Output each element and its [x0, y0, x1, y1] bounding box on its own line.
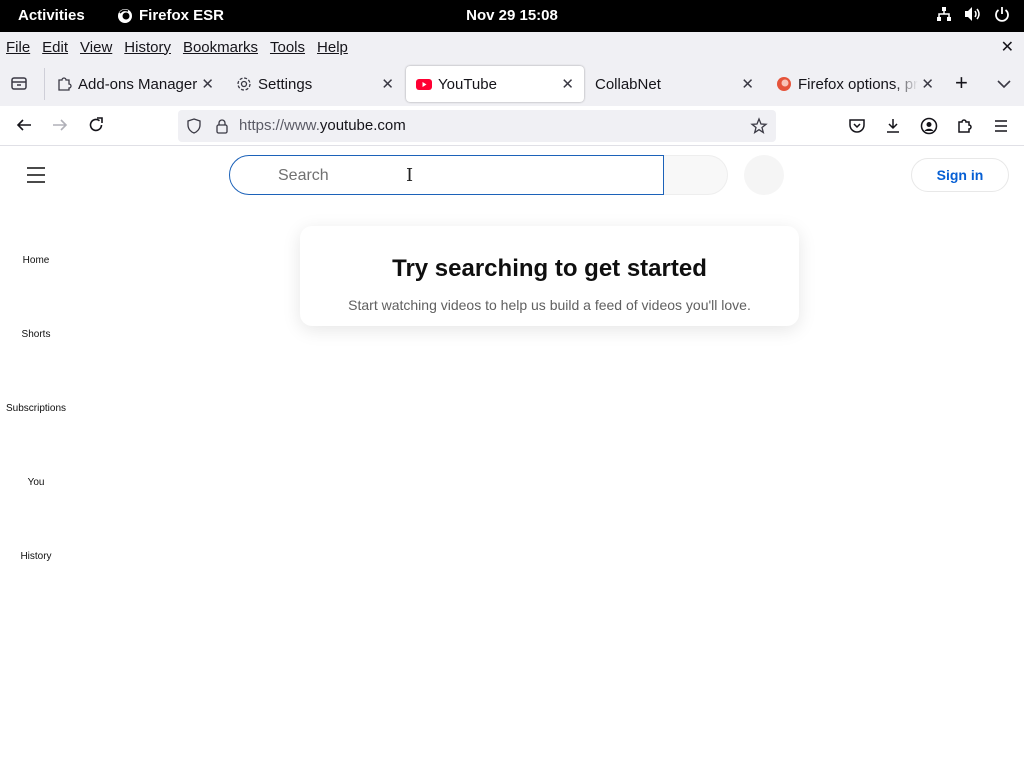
back-icon[interactable] [15, 116, 33, 134]
menu-view-label: View [80, 38, 113, 56]
tab-label: CollabNet [595, 75, 661, 93]
tab-label: YouTube [438, 75, 497, 93]
text-cursor-icon: I [406, 165, 414, 186]
close-tab-icon[interactable]: ✕ [201, 75, 214, 93]
menu-bookmarks-label: Bookmarks [182, 38, 258, 56]
volume-icon [965, 7, 980, 21]
empty-feed-card: Try searching to get started Start watch… [300, 226, 799, 326]
search-box[interactable]: I [229, 155, 664, 195]
menu-edit[interactable]: Edit [36, 39, 74, 56]
menu-tools[interactable]: Tools [264, 39, 311, 56]
empty-feed-subtitle: Start watching videos to help us build a… [348, 297, 751, 313]
tab-separator [44, 68, 45, 100]
search-input[interactable] [278, 164, 638, 188]
close-tab-icon[interactable]: ✕ [381, 75, 394, 93]
voice-search-button[interactable] [744, 155, 784, 195]
tab-collabnet[interactable]: CollabNet ✕ [586, 66, 764, 102]
close-window-button[interactable]: ✕ [1001, 37, 1014, 57]
firefox-options-icon [776, 76, 792, 92]
tab-addons-manager[interactable]: Add-ons Manager ✕ [46, 66, 224, 102]
lock-icon[interactable] [214, 118, 230, 134]
network-icon [937, 7, 951, 21]
guide-item-shorts[interactable]: Shorts [0, 329, 72, 340]
search-button[interactable] [664, 155, 728, 195]
system-top-bar: Activities Firefox ESR Nov 29 15:08 [0, 0, 1024, 32]
url-bar[interactable]: https://www.youtube.com [178, 110, 776, 142]
menu-view[interactable]: View [74, 39, 118, 56]
firefox-icon [118, 8, 132, 23]
tab-label: Firefox options, pr [798, 75, 918, 93]
guide-item-history[interactable]: History [0, 551, 72, 562]
guide-item-subscriptions[interactable]: Subscriptions [0, 403, 72, 414]
bookmark-star-icon[interactable] [750, 117, 768, 135]
youtube-icon [416, 76, 432, 92]
gear-icon [236, 76, 252, 92]
forward-icon[interactable] [51, 116, 69, 134]
reload-icon[interactable] [87, 116, 105, 134]
menu-file[interactable]: File [0, 39, 36, 56]
menu-help-label: Help [317, 38, 348, 56]
power-icon [995, 7, 1009, 22]
guide-menu-icon[interactable] [26, 166, 46, 184]
tab-firefox-options[interactable]: Firefox options, pr ✕ [766, 66, 944, 102]
downloads-icon[interactable] [884, 117, 902, 135]
clock[interactable]: Nov 29 15:08 [466, 7, 558, 24]
guide-item-home[interactable]: Home [0, 255, 72, 266]
sign-in-button[interactable]: Sign in [911, 158, 1009, 192]
menu-bar: File Edit View History Bookmarks Tools H… [0, 32, 1024, 62]
activities-button[interactable]: Activities [18, 7, 85, 24]
puzzle-icon [56, 76, 72, 92]
menu-bookmarks[interactable]: Bookmarks [177, 39, 264, 56]
menu-file-label: File [6, 38, 31, 56]
close-tab-icon[interactable]: ✕ [741, 75, 754, 93]
tab-youtube[interactable]: YouTube ✕ [406, 66, 584, 102]
shield-icon[interactable] [186, 118, 202, 134]
navigation-toolbar: https://www.youtube.com [0, 106, 1024, 146]
app-menu[interactable]: Firefox ESR [117, 7, 224, 24]
close-tab-icon[interactable]: ✕ [921, 75, 934, 93]
firefox-view-icon[interactable] [10, 74, 28, 92]
menu-history[interactable]: History [118, 39, 177, 56]
guide-item-you[interactable]: You [0, 477, 72, 488]
url-text[interactable]: https://www.youtube.com [239, 117, 406, 134]
empty-feed-title: Try searching to get started [392, 255, 707, 282]
menu-tools-label: Tools [269, 38, 306, 56]
close-tab-icon[interactable]: ✕ [561, 75, 574, 93]
url-domain: youtube.com [319, 117, 406, 134]
menu-edit-label: Edit [42, 38, 69, 56]
account-icon[interactable] [920, 117, 938, 135]
hamburger-menu-icon[interactable] [992, 117, 1010, 135]
tab-label: Settings [258, 75, 313, 93]
menu-history-label: History [124, 38, 171, 56]
extensions-icon[interactable] [956, 117, 974, 135]
app-name: Firefox ESR [139, 7, 225, 24]
system-tray[interactable] [936, 6, 1010, 22]
new-tab-button[interactable]: + [955, 72, 968, 94]
url-prefix: https://www. [239, 117, 320, 134]
tab-label: Add-ons Manager [78, 75, 198, 93]
chevron-down-icon[interactable] [996, 76, 1012, 92]
sign-in-label: Sign in [936, 167, 984, 183]
pocket-icon[interactable] [848, 117, 866, 135]
tab-strip: Add-ons Manager ✕ Settings ✕ YouTube ✕ C… [0, 62, 1024, 106]
menu-help[interactable]: Help [311, 39, 354, 56]
tab-settings[interactable]: Settings ✕ [226, 66, 404, 102]
